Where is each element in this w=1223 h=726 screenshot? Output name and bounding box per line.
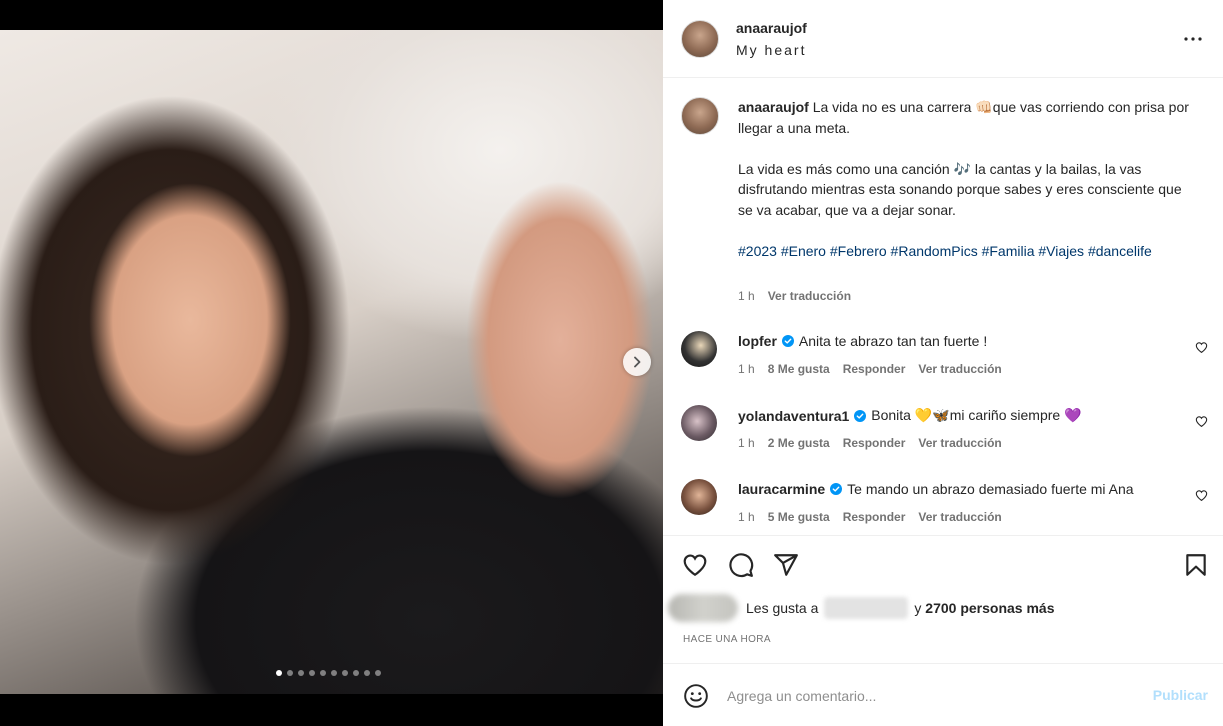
carousel-next-button[interactable] (623, 348, 651, 376)
comment-translate-link[interactable]: Ver traducción (918, 510, 1001, 524)
liker-avatars[interactable] (668, 594, 738, 622)
publish-button[interactable]: Publicar (1153, 687, 1208, 703)
carousel-dot (375, 670, 381, 676)
likes-prefix: Les gusta a (746, 600, 819, 616)
comment-body: Anita te abrazo tan tan fuerte ! (798, 333, 988, 349)
carousel-dot (342, 670, 348, 676)
likes-middle: y (914, 600, 922, 616)
comment-meta: 1 h 5 Me gusta Responder Ver traducción (738, 510, 1002, 524)
comment-meta: 1 h 8 Me gusta Responder Ver traducción (738, 362, 1002, 376)
more-options-icon[interactable] (1181, 27, 1205, 51)
verified-badge-icon (781, 335, 794, 347)
chevron-right-icon (634, 356, 641, 368)
comment-time[interactable]: 1 h (738, 362, 755, 376)
comment-input[interactable] (727, 684, 1127, 708)
post-actions: Les gusta a y 2700 personas más HACE UNA… (663, 535, 1223, 663)
comment-item: lauracarmine Te mando un abrazo demasiad… (738, 481, 1134, 497)
like-heart-icon[interactable] (682, 552, 708, 578)
comment-translate-link[interactable]: Ver traducción (918, 436, 1001, 450)
post-location[interactable]: My heart (736, 42, 806, 58)
caption-line-2: La vida es más como una canción 🎶 la can… (738, 160, 1186, 218)
comment-item: lopfer Anita te abrazo tan tan fuerte ! (738, 333, 987, 349)
post-side-panel: anaaraujof My heart anaaraujof La vida n… (663, 0, 1223, 726)
owner-username[interactable]: anaaraujof (736, 20, 807, 36)
carousel-dot (298, 670, 304, 676)
carousel-dot (309, 670, 315, 676)
comment-avatar[interactable] (681, 479, 717, 515)
comment-likes[interactable]: 2 Me gusta (768, 436, 830, 450)
carousel-dot (353, 670, 359, 676)
carousel-dot (276, 670, 282, 676)
verified-badge-icon (830, 483, 843, 495)
comment-body: Bonita 💛🦋mi cariño siempre 💜 (871, 407, 1082, 423)
post-media (0, 0, 663, 726)
comment-like-heart-icon[interactable] (1195, 489, 1208, 502)
liker-name[interactable] (824, 597, 909, 619)
comment-reply-button[interactable]: Responder (843, 362, 906, 376)
comment-translate-link[interactable]: Ver traducción (918, 362, 1001, 376)
comment-likes[interactable]: 8 Me gusta (768, 362, 830, 376)
comment-time[interactable]: 1 h (738, 510, 755, 524)
add-comment-bar: Publicar (663, 663, 1223, 726)
post-timestamp[interactable]: HACE UNA HORA (683, 634, 771, 645)
carousel-dot (364, 670, 370, 676)
caption-avatar[interactable] (681, 97, 719, 135)
comment-reply-button[interactable]: Responder (843, 436, 906, 450)
owner-avatar[interactable] (681, 20, 719, 58)
carousel-dot (287, 670, 293, 676)
caption-translate-link[interactable]: Ver traducción (768, 289, 851, 303)
comments-section[interactable]: anaaraujof La vida no es una carrera 👊🏻q… (663, 79, 1223, 535)
comment-likes[interactable]: 5 Me gusta (768, 510, 830, 524)
post-header: anaaraujof My heart (663, 0, 1223, 78)
comment-reply-button[interactable]: Responder (843, 510, 906, 524)
carousel-indicator (276, 670, 381, 676)
comment-meta: 1 h 2 Me gusta Responder Ver traducción (738, 436, 1002, 450)
comment-like-heart-icon[interactable] (1195, 341, 1208, 354)
comment-username[interactable]: lauracarmine (738, 481, 825, 497)
carousel-dot (320, 670, 326, 676)
comment-username[interactable]: yolandaventura1 (738, 408, 849, 424)
comment-avatar[interactable] (681, 331, 717, 367)
comment-like-heart-icon[interactable] (1195, 415, 1208, 428)
share-send-icon[interactable] (773, 552, 799, 578)
post-caption: anaaraujof La vida no es una carrera 👊🏻q… (738, 97, 1198, 261)
verified-badge-icon (854, 409, 867, 422)
comment-username[interactable]: lopfer (738, 333, 777, 349)
comment-body: Te mando un abrazo demasiado fuerte mi A… (847, 481, 1134, 497)
comment-avatar[interactable] (681, 405, 717, 441)
caption-username[interactable]: anaaraujof (738, 99, 809, 115)
likes-count[interactable]: 2700 personas más (925, 600, 1054, 616)
caption-hashtags[interactable]: #2023 #Enero #Febrero #RandomPics #Famil… (738, 243, 1152, 259)
comment-bubble-icon[interactable] (728, 552, 754, 578)
caption-time[interactable]: 1 h (738, 289, 755, 303)
caption-meta: 1 h Ver traducción (738, 289, 851, 303)
carousel-dot (331, 670, 337, 676)
comment-time[interactable]: 1 h (738, 436, 755, 450)
save-bookmark-icon[interactable] (1183, 552, 1209, 578)
comment-item: yolandaventura1 Bonita 💛🦋mi cariño siemp… (738, 407, 1082, 424)
likes-summary: Les gusta a y 2700 personas más (668, 594, 1054, 622)
emoji-icon[interactable] (683, 683, 709, 709)
post-photo (0, 30, 663, 694)
